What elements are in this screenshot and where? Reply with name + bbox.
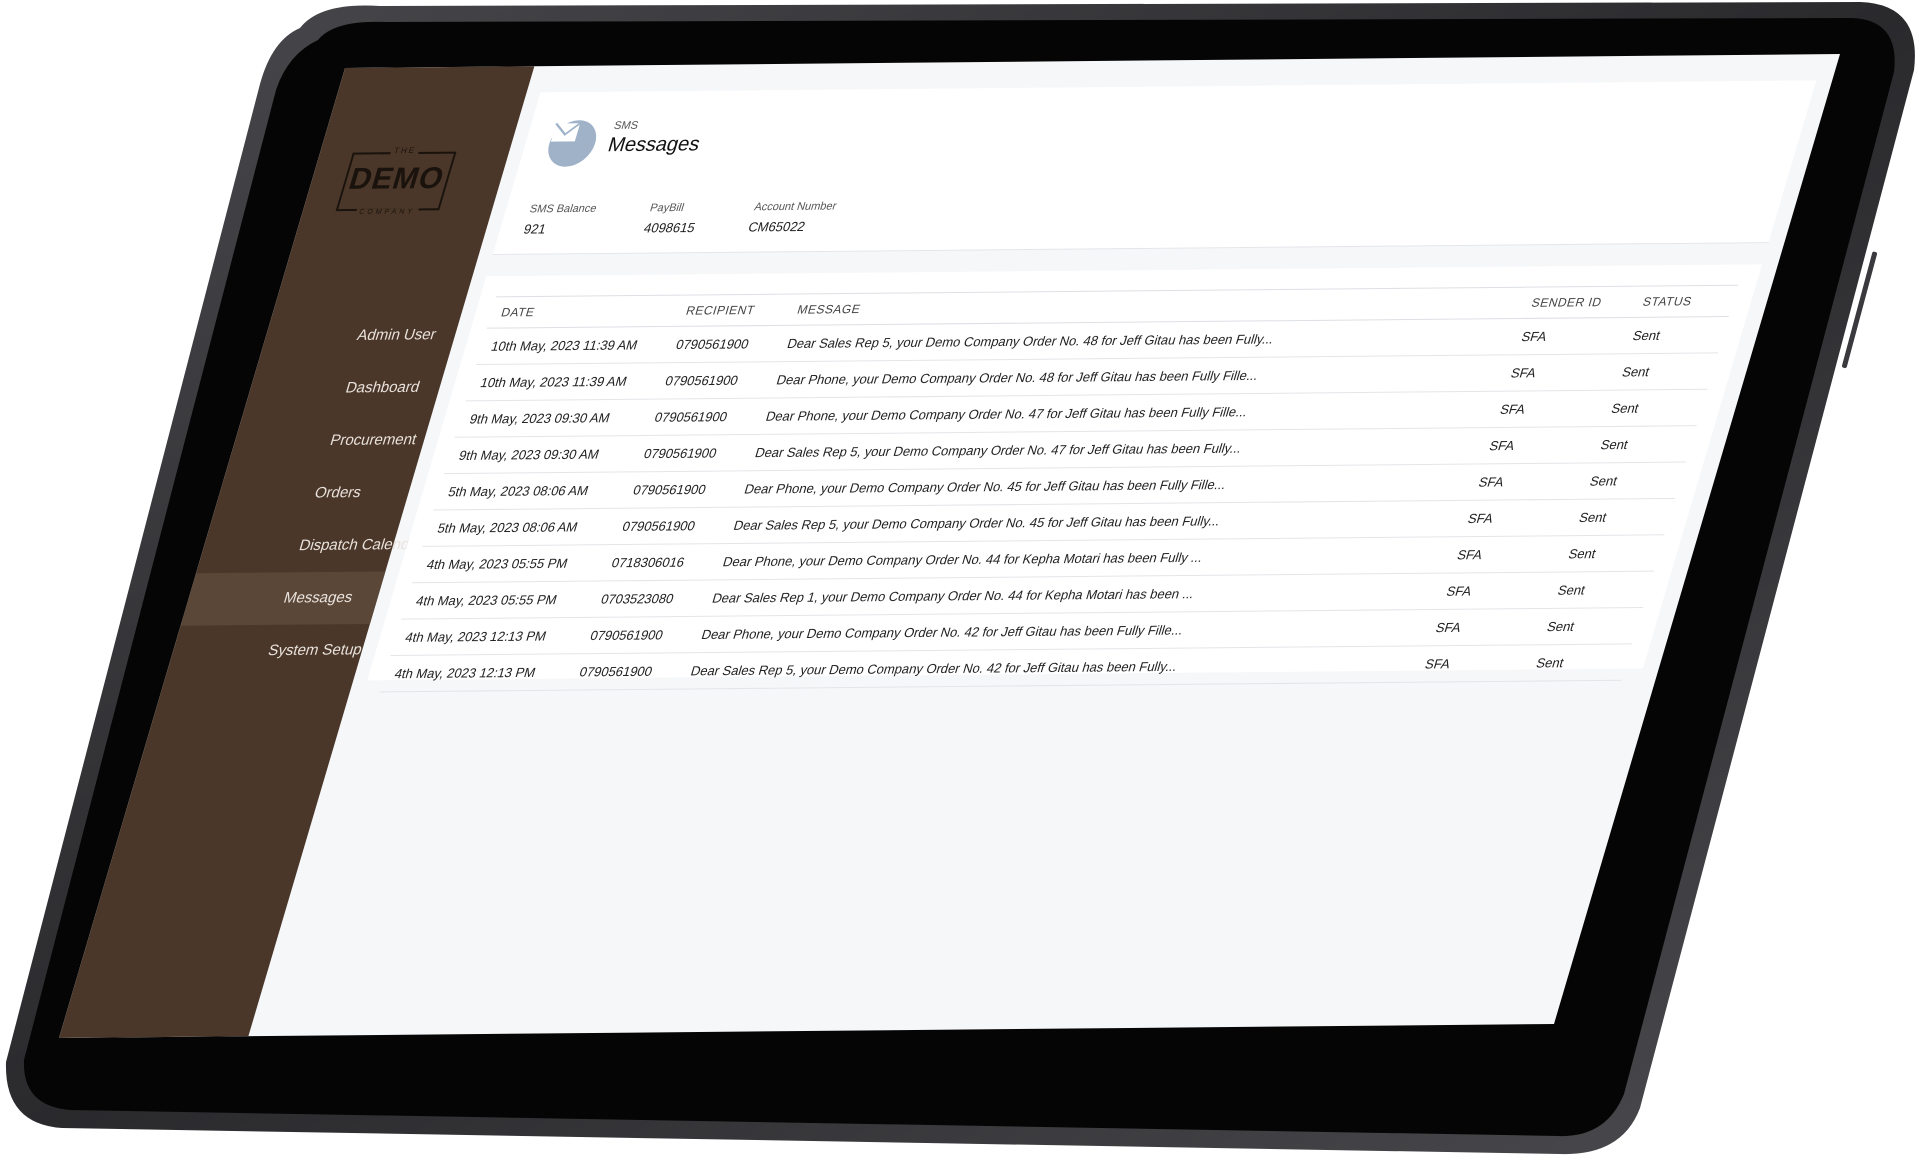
- cell-date: 10th May, 2023 11:39 AM: [476, 326, 672, 365]
- cell-recipient: 0718306016: [596, 543, 719, 582]
- cell-date: 5th May, 2023 08:06 AM: [422, 508, 619, 547]
- sidebar-item-messages[interactable]: Messages: [180, 571, 386, 626]
- cell-recipient: 0790561900: [618, 470, 741, 509]
- cell-sender-id: SFA: [1463, 462, 1586, 501]
- sidebar-item-system-setup[interactable]: System Setup: [165, 624, 370, 678]
- cell-date: 9th May, 2023 09:30 AM: [454, 399, 651, 438]
- cell-status: Sent: [1553, 534, 1665, 573]
- mail-icon: [542, 120, 602, 167]
- cell-recipient: 0790561900: [650, 361, 773, 400]
- logo-top-text: THE: [354, 145, 456, 156]
- stat-paybill: PayBill 4098615: [642, 202, 702, 236]
- cell-recipient: 0790561900: [628, 434, 751, 472]
- cell-sender-id: SFA: [1410, 644, 1533, 683]
- cell-status: Sent: [1521, 643, 1633, 682]
- stat-sms-balance: SMS Balance 921: [522, 203, 598, 237]
- stat-label: PayBill: [648, 201, 686, 215]
- cell-date: 4th May, 2023 05:55 PM: [411, 544, 608, 583]
- cell-recipient: 0790561900: [639, 398, 762, 436]
- cell-sender-id: SFA: [1453, 499, 1576, 537]
- cell-date: 4th May, 2023 12:13 PM: [390, 617, 587, 656]
- company-logo[interactable]: THE DEMO COMPANY: [335, 145, 457, 217]
- cell-status: Sent: [1585, 425, 1697, 463]
- sidebar-item-admin-user[interactable]: Admin User: [258, 309, 463, 363]
- product-mockup: THE DEMO COMPANY Admin User Dashboard Pr…: [0, 0, 1920, 1157]
- column-header-status[interactable]: STATUS: [1628, 285, 1739, 318]
- stat-account-number: Account Number CM65022: [746, 200, 837, 234]
- cell-status: Sent: [1607, 352, 1719, 391]
- sidebar-item-dashboard[interactable]: Dashboard: [243, 361, 448, 415]
- cell-date: 10th May, 2023 11:39 AM: [465, 362, 662, 401]
- column-header-recipient[interactable]: RECIPIENT: [671, 294, 793, 327]
- page-header-card: SMS Messages SMS Balance 921 PayBill 409…: [492, 80, 1817, 256]
- cell-status: Sent: [1617, 316, 1729, 354]
- cell-status: Sent: [1542, 571, 1654, 609]
- cell-date: 5th May, 2023 08:06 AM: [433, 471, 629, 511]
- cell-date: 4th May, 2023 12:13 PM: [379, 653, 576, 692]
- stat-label: Account Number: [752, 200, 838, 214]
- column-header-date[interactable]: DATE: [486, 295, 682, 329]
- page-kicker: SMS: [612, 119, 640, 132]
- sidebar-item-dispatch-calendar[interactable]: Dispatch Calendar: [196, 519, 425, 573]
- cell-recipient: 0790561900: [661, 325, 784, 363]
- cell-sender-id: SFA: [1495, 353, 1618, 392]
- cell-sender-id: SFA: [1485, 390, 1608, 428]
- cell-status: Sent: [1564, 498, 1676, 536]
- sidebar-item-procurement[interactable]: Procurement: [227, 414, 432, 468]
- app-screen: THE DEMO COMPANY Admin User Dashboard Pr…: [59, 54, 1840, 1038]
- messages-table-card: DATE RECIPIENT MESSAGE SENDER ID STATUS …: [367, 264, 1763, 692]
- stat-value: 921: [521, 221, 548, 237]
- stat-value: 4098615: [642, 219, 698, 236]
- cell-sender-id: SFA: [1431, 572, 1554, 610]
- cell-recipient: 0790561900: [575, 616, 698, 654]
- account-stats: SMS Balance 921 PayBill 4098615 Account …: [522, 200, 892, 237]
- cell-recipient: 0790561900: [607, 507, 730, 545]
- cell-status: Sent: [1532, 607, 1644, 645]
- messages-table: DATE RECIPIENT MESSAGE SENDER ID STATUS …: [379, 285, 1739, 693]
- logo-main-text: DEMO: [345, 161, 449, 196]
- logo-bottom-text: COMPANY: [336, 208, 438, 217]
- cell-recipient: 0790561900: [564, 652, 687, 691]
- cell-recipient: 0703523080: [586, 580, 709, 618]
- cell-sender-id: SFA: [1506, 317, 1629, 355]
- cell-date: 4th May, 2023 05:55 PM: [401, 581, 597, 620]
- stat-value: CM65022: [746, 218, 808, 235]
- cell-message: Dear Sales Rep 5, your Demo Company Orde…: [675, 645, 1421, 690]
- sidebar-item-orders[interactable]: Orders: [212, 466, 417, 520]
- cell-date: 9th May, 2023 09:30 AM: [444, 435, 640, 474]
- stat-label: SMS Balance: [528, 202, 599, 216]
- cell-sender-id: SFA: [1474, 426, 1597, 465]
- cell-status: Sent: [1575, 462, 1686, 500]
- cell-status: Sent: [1596, 389, 1708, 427]
- cell-sender-id: SFA: [1442, 535, 1565, 574]
- page-title: Messages: [605, 133, 703, 157]
- cell-sender-id: SFA: [1420, 608, 1543, 646]
- column-header-sender-id[interactable]: SENDER ID: [1517, 286, 1638, 319]
- tablet-device: THE DEMO COMPANY Admin User Dashboard Pr…: [0, 0, 1920, 1157]
